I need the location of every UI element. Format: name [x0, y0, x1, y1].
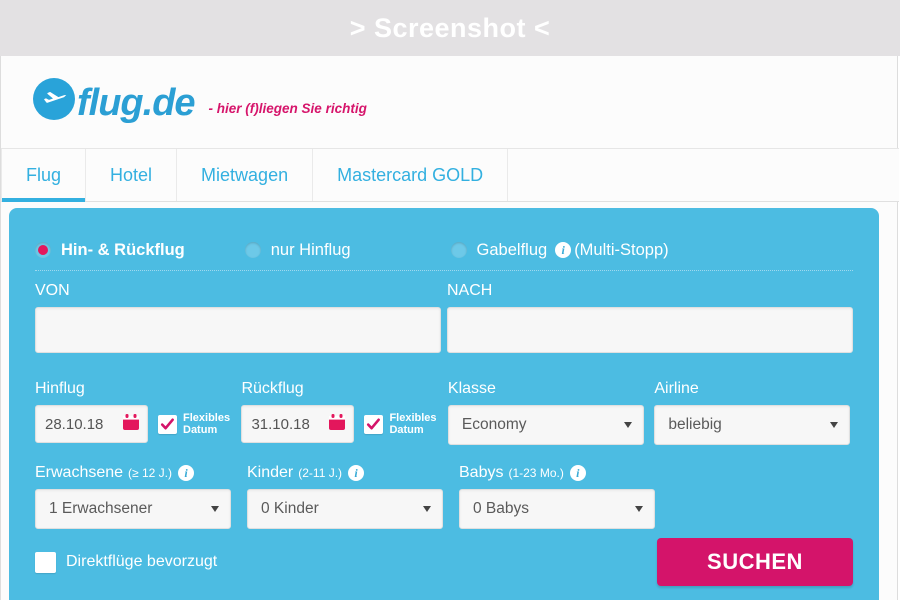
- babies-label-text: Babys: [459, 464, 504, 481]
- airline-value: beliebig: [668, 416, 722, 433]
- info-icon[interactable]: i: [177, 465, 194, 481]
- search-button[interactable]: SUCHEN: [657, 538, 853, 586]
- children-label-text: Kinder: [247, 464, 294, 481]
- adults-label: Erwachsene (≥ 12 J.) i: [35, 464, 247, 482]
- chevron-down-icon: [423, 506, 431, 512]
- tab-mietwagen-label: Mietwagen: [201, 164, 289, 185]
- class-select[interactable]: Economy: [447, 405, 644, 445]
- site-logo[interactable]: flug.de - hier (f)liegen Sie richtig: [33, 78, 367, 124]
- route-fields: VON NACH: [35, 282, 853, 353]
- adults-select[interactable]: 1 Erwachsener: [35, 489, 231, 529]
- checkbox-checked-icon: [158, 414, 177, 434]
- return-date-value: 31.10.18: [251, 415, 310, 433]
- babies-label: Babys (1-23 Mo.) i: [459, 464, 671, 482]
- return-flex-date-checkbox[interactable]: Flexibles Datum: [364, 412, 437, 437]
- direct-flights-label: Direktflüge bevorzugt: [66, 553, 218, 570]
- search-footer-row: Direktflüge bevorzugt SUCHEN: [35, 538, 853, 586]
- babies-hint: (1-23 Mo.): [508, 466, 564, 480]
- screenshot-banner: > Screenshot <: [0, 0, 900, 56]
- airline-group: Airline beliebig: [654, 380, 853, 445]
- logo-wordmark: flug.de: [77, 82, 196, 124]
- children-value: 0 Kinder: [261, 500, 319, 517]
- radio-hin-und-rueckflug-label: Hin- & Rückflug: [61, 240, 185, 259]
- return-flex-date-label: Flexibles Datum: [389, 412, 436, 437]
- flex-label-line1: Flexibles: [183, 411, 231, 424]
- origin-label: VON: [35, 282, 70, 299]
- origin-group: VON: [35, 282, 441, 353]
- babies-select[interactable]: 0 Babys: [459, 489, 655, 529]
- trip-type-group: Hin- & Rückflug nur Hinflug Gabelflug i …: [35, 230, 853, 271]
- chevron-down-icon: [830, 422, 839, 428]
- tab-hotel-label: Hotel: [110, 164, 153, 185]
- outbound-date-controls: 28.10.18 Flexibles Datum: [35, 405, 241, 443]
- info-icon[interactable]: i: [569, 465, 586, 481]
- children-group: Kinder (2-11 J.) i 0 Kinder: [247, 464, 459, 529]
- radio-hin-und-rueckflug[interactable]: Hin- & Rückflug: [35, 241, 185, 260]
- page-container: flug.de - hier (f)liegen Sie richtig Flu…: [0, 56, 899, 600]
- checkbox-checked-icon: [364, 414, 384, 434]
- destination-group: NACH: [447, 282, 853, 353]
- tab-hotel[interactable]: Hotel: [86, 149, 178, 201]
- direct-flights-checkbox[interactable]: Direktflüge bevorzugt: [35, 551, 218, 573]
- outbound-date-group: Hinflug 28.10.18 Flexibles Datum: [35, 380, 241, 445]
- tab-mietwagen[interactable]: Mietwagen: [177, 149, 314, 201]
- calendar-icon[interactable]: [328, 413, 346, 435]
- children-label: Kinder (2-11 J.) i: [247, 464, 459, 482]
- babies-value: 0 Babys: [473, 500, 530, 517]
- dates-and-options-row: Hinflug 28.10.18 Flexibles Datum Rückflu…: [35, 380, 853, 445]
- class-label: Klasse: [447, 380, 496, 397]
- tab-flug[interactable]: Flug: [1, 149, 87, 202]
- adults-hint: (≥ 12 J.): [128, 466, 172, 480]
- destination-label: NACH: [447, 282, 493, 299]
- adults-label-text: Erwachsene: [35, 464, 124, 481]
- outbound-date-label: Hinflug: [35, 380, 85, 397]
- calendar-icon[interactable]: [122, 413, 140, 435]
- chevron-down-icon: [635, 506, 643, 512]
- chevron-down-icon: [211, 506, 219, 512]
- flex-label-line1: Flexibles: [389, 411, 437, 424]
- tab-mastercard-gold[interactable]: Mastercard GOLD: [313, 149, 509, 201]
- children-select[interactable]: 0 Kinder: [247, 489, 443, 529]
- origin-input[interactable]: [35, 307, 441, 353]
- outbound-flex-date-label: Flexibles Datum: [183, 412, 230, 437]
- radio-unselected-icon: [244, 242, 261, 258]
- radio-gabelflug-suffix: (Multi-Stopp): [574, 240, 669, 259]
- return-date-input[interactable]: 31.10.18: [241, 405, 355, 443]
- radio-nur-hinflug[interactable]: nur Hinflug: [244, 240, 351, 260]
- logo-tagline: - hier (f)liegen Sie richtig: [208, 101, 367, 116]
- radio-nur-hinflug-label: nur Hinflug: [270, 240, 351, 259]
- chevron-down-icon: [623, 422, 632, 428]
- class-group: Klasse Economy: [447, 380, 654, 445]
- airline-label: Airline: [654, 380, 699, 397]
- return-date-label: Rückflug: [241, 380, 304, 397]
- return-date-group: Rückflug 31.10.18 Flexibles Datum: [241, 380, 447, 445]
- radio-gabelflug[interactable]: Gabelflug i (Multi-Stopp): [450, 240, 669, 260]
- class-value: Economy: [461, 416, 527, 433]
- flex-label-line2: Datum: [183, 424, 218, 436]
- info-icon[interactable]: i: [555, 242, 572, 258]
- outbound-date-input[interactable]: 28.10.18: [35, 405, 148, 443]
- adults-group: Erwachsene (≥ 12 J.) i 1 Erwachsener: [35, 464, 247, 529]
- banner-title: > Screenshot <: [349, 12, 551, 43]
- return-date-controls: 31.10.18 Flexibles Datum: [241, 405, 447, 443]
- babies-group: Babys (1-23 Mo.) i 0 Babys: [459, 464, 671, 529]
- tab-flug-label: Flug: [26, 164, 62, 185]
- adults-value: 1 Erwachsener: [49, 500, 153, 517]
- main-nav-tabs: Flug Hotel Mietwagen Mastercard GOLD: [1, 148, 899, 202]
- radio-gabelflug-label: Gabelflug: [476, 240, 548, 259]
- flight-search-panel: Hin- & Rückflug nur Hinflug Gabelflug i …: [9, 208, 879, 600]
- checkbox-unchecked-icon: [35, 551, 56, 573]
- tab-mastercard-gold-label: Mastercard GOLD: [337, 164, 484, 185]
- info-icon[interactable]: i: [348, 465, 365, 481]
- outbound-flex-date-checkbox[interactable]: Flexibles Datum: [158, 412, 230, 437]
- airplane-icon: [33, 78, 75, 120]
- airline-select[interactable]: beliebig: [654, 405, 851, 445]
- flex-label-line2: Datum: [389, 424, 424, 436]
- destination-input[interactable]: [447, 307, 853, 353]
- children-hint: (2-11 J.): [298, 466, 343, 480]
- radio-unselected-icon: [450, 242, 467, 258]
- outbound-date-value: 28.10.18: [45, 415, 104, 433]
- passengers-row: Erwachsene (≥ 12 J.) i 1 Erwachsener Kin…: [35, 464, 853, 529]
- radio-selected-icon: [35, 242, 51, 258]
